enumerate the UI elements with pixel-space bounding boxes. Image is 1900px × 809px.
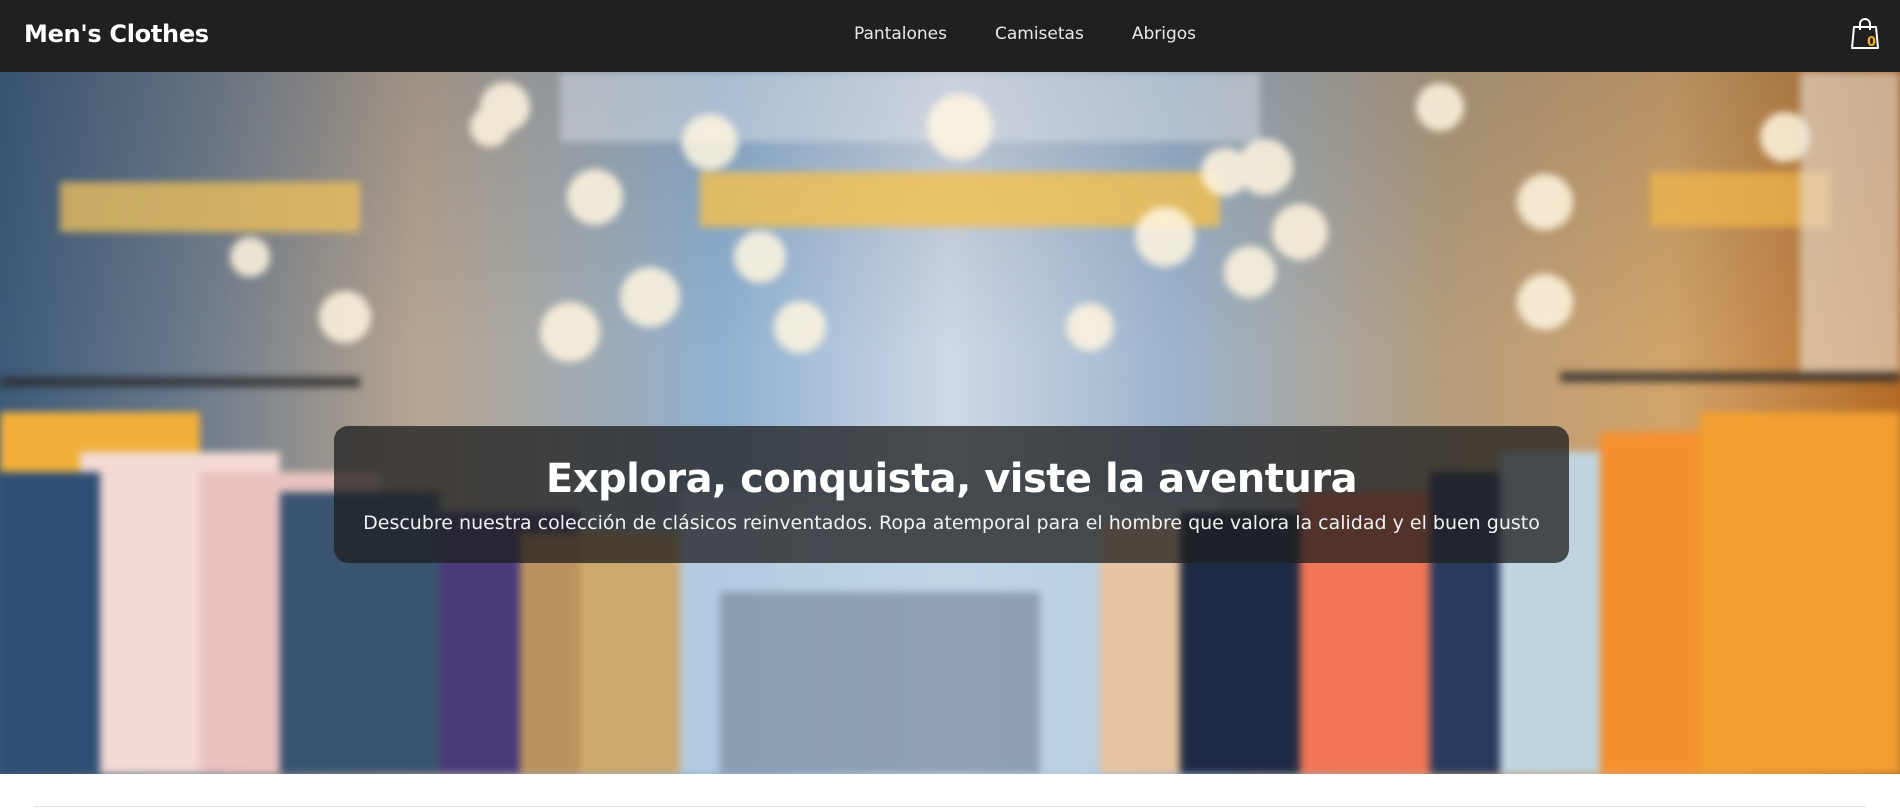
cart-button[interactable]: 0 <box>1850 16 1880 52</box>
nav-link-pantalones[interactable]: Pantalones <box>854 24 947 44</box>
navbar: Men's Clothes Pantalones Camisetas Abrig… <box>0 0 1900 72</box>
main-nav: Pantalones Camisetas Abrigos <box>854 24 1196 44</box>
nav-link-abrigos[interactable]: Abrigos <box>1132 24 1196 44</box>
hero-title: Explora, conquista, viste la aventura <box>545 455 1358 502</box>
nav-link-camisetas[interactable]: Camisetas <box>995 24 1084 44</box>
hero-subtitle: Descubre nuestra colección de clásicos r… <box>363 511 1540 534</box>
section-divider <box>34 806 1866 807</box>
cart-count-badge: 0 <box>1867 35 1877 50</box>
hero-banner: Explora, conquista, viste la aventura De… <box>0 72 1900 774</box>
hero-background-image <box>0 72 1900 774</box>
hero-caption: Explora, conquista, viste la aventura De… <box>334 426 1569 563</box>
brand-logo[interactable]: Men's Clothes <box>24 20 209 48</box>
